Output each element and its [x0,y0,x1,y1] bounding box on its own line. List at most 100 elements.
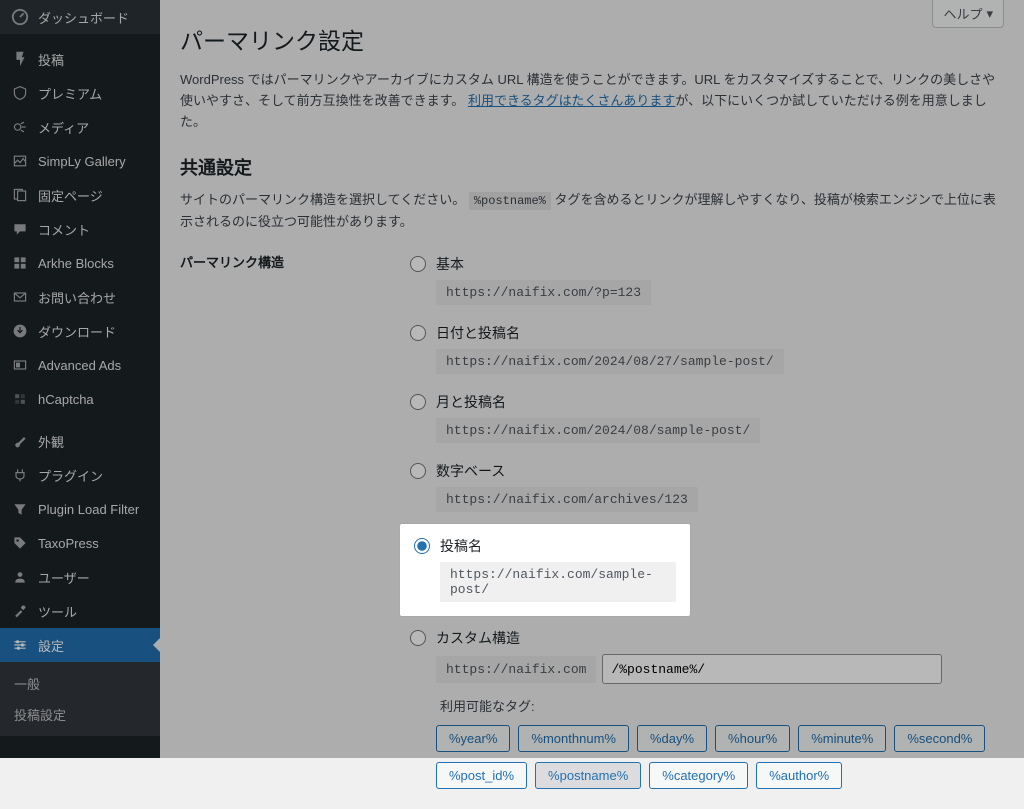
radio-numeric[interactable] [410,463,426,479]
media-icon [10,117,30,137]
sidebar-item-plugins[interactable]: プラグイン [0,458,160,492]
sidebar-item-label: ダッシュボード [38,8,129,27]
sidebar-item-label: プレミアム [38,84,102,103]
tag-row-1: %year% %monthnum% %day% %hour% %minute% … [436,725,994,752]
chevron-down-icon: ▾ [986,6,993,22]
tag-icon [10,533,30,553]
sidebar-item-label: 投稿 [38,50,64,69]
sidebar-item-plugin-load-filter[interactable]: Plugin Load Filter [0,492,160,526]
permalink-option-custom[interactable]: カスタム構造 https://naifix.com 利用可能なタグ: %year… [400,620,1004,807]
download-icon [10,321,30,341]
sidebar-item-label: ツール [38,602,77,621]
tag-hour[interactable]: %hour% [715,725,790,752]
ads-icon [10,355,30,375]
common-settings-description: サイトのパーマリンク構造を選択してください。 %postname% タグを含める… [180,190,1004,232]
sidebar-item-label: ユーザー [38,568,90,587]
sliders-icon [10,635,30,655]
custom-structure-input[interactable] [602,654,942,684]
available-tags-link[interactable]: 利用できるタグはたくさんあります [468,93,675,108]
blocks-icon [10,253,30,273]
sidebar-item-label: 外観 [38,432,64,451]
radio-dayname[interactable] [410,325,426,341]
sidebar-item-label: 設定 [38,636,64,655]
tag-minute[interactable]: %minute% [798,725,886,752]
dashboard-icon [10,7,30,27]
radio-label: 日付と投稿名 [436,323,994,343]
radio-plain[interactable] [410,256,426,272]
user-icon [10,567,30,587]
radio-monthname[interactable] [410,394,426,410]
site-url-prefix: https://naifix.com [436,656,596,683]
sidebar-item-download[interactable]: ダウンロード [0,314,160,348]
permalink-option-plain[interactable]: 基本 https://naifix.com/?p=123 [400,246,1004,313]
help-tab[interactable]: ヘルプ ▾ [932,0,1004,28]
page-title: パーマリンク設定 [180,22,1004,56]
sidebar-item-label: Arkhe Blocks [38,256,114,271]
pages-icon [10,185,30,205]
sidebar-item-taxopress[interactable]: TaxoPress [0,526,160,560]
sidebar-item-label: SimpLy Gallery [38,154,126,169]
radio-custom[interactable] [410,630,426,646]
brush-icon [10,431,30,451]
sidebar-item-label: hCaptcha [38,392,94,407]
radio-label: 月と投稿名 [436,392,994,412]
submenu-item-writing[interactable]: 投稿設定 [0,699,160,730]
tag-monthnum[interactable]: %monthnum% [518,725,629,752]
filter-icon [10,499,30,519]
main-content: ヘルプ ▾ パーマリンク設定 WordPress ではパーマリンクやアーカイブに… [160,0,1024,758]
mail-icon [10,287,30,307]
example-url: https://naifix.com/sample-post/ [440,562,676,602]
sidebar-item-hcaptcha[interactable]: hCaptcha [0,382,160,416]
tag-day[interactable]: %day% [637,725,707,752]
comment-icon [10,219,30,239]
tag-author[interactable]: %author% [756,762,842,789]
help-label: ヘルプ [943,4,982,23]
example-url: https://naifix.com/archives/123 [436,487,698,512]
sidebar-item-media[interactable]: メディア [0,110,160,144]
sidebar-item-contact[interactable]: お問い合わせ [0,280,160,314]
sidebar-item-premium[interactable]: プレミアム [0,76,160,110]
common-settings-heading: 共通設定 [180,154,1004,180]
tag-postname[interactable]: %postname% [535,762,641,789]
tag-year[interactable]: %year% [436,725,510,752]
sidebar-item-settings[interactable]: 設定 [0,628,160,662]
sidebar-item-label: メディア [38,118,89,137]
submenu-item-general[interactable]: 一般 [0,668,160,699]
permalink-option-postname[interactable]: 投稿名 https://naifix.com/sample-post/ [400,524,690,616]
settings-submenu: 一般 投稿設定 [0,662,160,736]
sidebar-item-users[interactable]: ユーザー [0,560,160,594]
intro-paragraph: WordPress ではパーマリンクやアーカイブにカスタム URL 構造を使うこ… [180,70,1004,132]
tag-post-id[interactable]: %post_id% [436,762,527,789]
sidebar-item-label: TaxoPress [38,536,99,551]
available-tags-label: 利用可能なタグ: [440,696,994,715]
sidebar-item-tools[interactable]: ツール [0,594,160,628]
postname-code-tag: %postname% [469,192,551,210]
radio-label: 基本 [436,254,994,274]
sidebar-item-label: 固定ページ [38,186,103,205]
sidebar-item-comments[interactable]: コメント [0,212,160,246]
permalink-option-dayname[interactable]: 日付と投稿名 https://naifix.com/2024/08/27/sam… [400,315,1004,382]
sidebar-item-dashboard[interactable]: ダッシュボード [0,0,160,34]
tag-category[interactable]: %category% [649,762,748,789]
permalink-option-monthname[interactable]: 月と投稿名 https://naifix.com/2024/08/sample-… [400,384,1004,451]
sidebar-item-simply-gallery[interactable]: SimpLy Gallery [0,144,160,178]
admin-sidebar: ダッシュボード 投稿 プレミアム メディア SimpLy Gallery 固定ペ… [0,0,160,758]
image-icon [10,151,30,171]
sidebar-item-pages[interactable]: 固定ページ [0,178,160,212]
sidebar-item-advanced-ads[interactable]: Advanced Ads [0,348,160,382]
sidebar-item-posts[interactable]: 投稿 [0,42,160,76]
permalink-structure-label: パーマリンク構造 [180,246,400,809]
sidebar-item-appearance[interactable]: 外観 [0,424,160,458]
sidebar-item-arkhe-blocks[interactable]: Arkhe Blocks [0,246,160,280]
radio-label: カスタム構造 [436,628,994,648]
radio-postname[interactable] [414,538,430,554]
sidebar-item-label: コメント [38,220,90,239]
sidebar-item-label: Plugin Load Filter [38,502,139,517]
sidebar-item-label: お問い合わせ [38,288,116,307]
radio-label: 投稿名 [440,536,676,556]
sidebar-item-label: ダウンロード [38,322,116,341]
permalink-option-numeric[interactable]: 数字ベース https://naifix.com/archives/123 [400,453,1004,520]
radio-label: 数字ベース [436,461,994,481]
tag-second[interactable]: %second% [894,725,985,752]
shield-icon [10,83,30,103]
